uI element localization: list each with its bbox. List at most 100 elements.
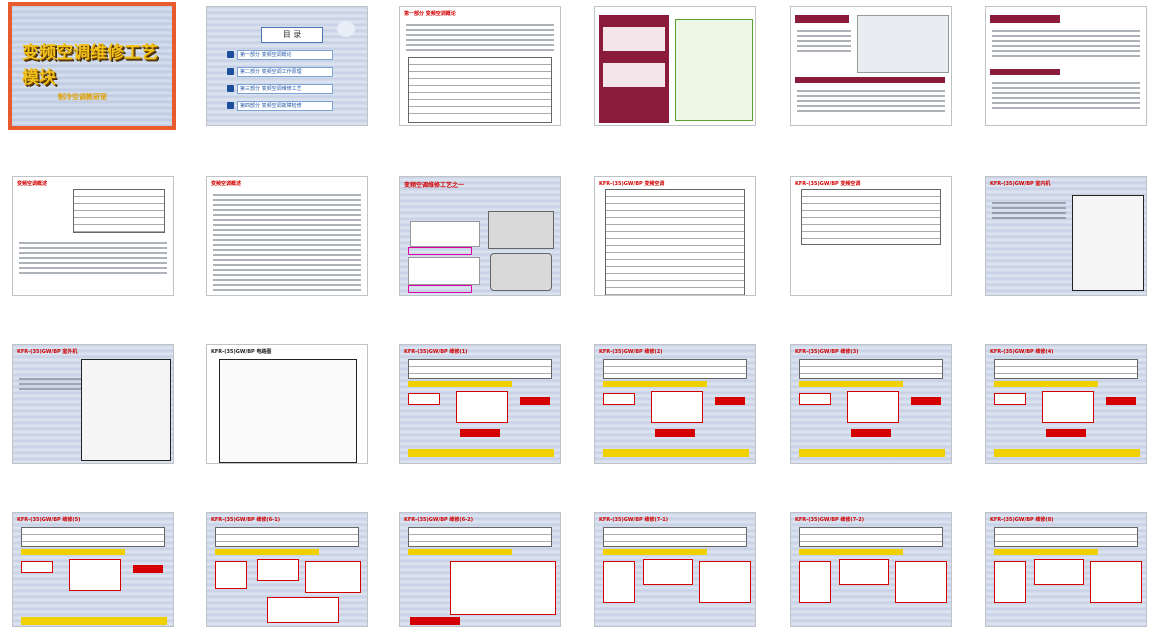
flow-box: [847, 391, 899, 423]
slide-header: 变频空调维修工艺之一: [404, 182, 465, 189]
flow-box: [643, 559, 693, 585]
slide-thumbnail-19[interactable]: KFR-(35)GW/BP 维修(5): [12, 512, 174, 627]
slide-thumbnail-3[interactable]: 第一部分 变频空调概论: [399, 6, 561, 126]
note-bar: [215, 549, 319, 555]
slide-thumbnail-23[interactable]: KFR-(35)GW/BP 维修(7-2): [790, 512, 952, 627]
content-table: [605, 189, 745, 295]
note-bar: [603, 549, 707, 555]
slide-header: KFR-(35)GW/BP 维修(5): [17, 517, 81, 523]
note-bar: [799, 381, 903, 387]
slide-header: KFR-(35)GW/BP 维修(8): [990, 517, 1054, 523]
cover-title: 变频空调维修工艺模块: [22, 43, 158, 88]
flow-box: [408, 393, 440, 405]
slide-thumbnail-18[interactable]: KFR-(35)GW/BP 维修(4): [985, 344, 1147, 464]
section-bar: [795, 77, 945, 83]
content-table: [799, 359, 943, 379]
slide-header: KFR-(35)GW/BP 维修(3): [795, 349, 859, 355]
circuit-diagram: [1072, 195, 1144, 291]
flow-box: [267, 597, 339, 623]
content-table: [994, 359, 1138, 379]
slide-thumbnail-24[interactable]: KFR-(35)GW/BP 维修(8): [985, 512, 1147, 627]
slide-header: KFR-(35)GW/BP 电路图: [211, 349, 272, 355]
toc-item-3: 第三部分 变频空调维修工艺: [237, 84, 333, 94]
flow-box: [257, 559, 299, 581]
slide-thumbnail-13[interactable]: KFR-(35)GW/BP 室外机: [12, 344, 174, 464]
indoor-unit-image: [408, 257, 480, 285]
slide-thumbnail-22[interactable]: KFR-(35)GW/BP 维修(7-1): [594, 512, 756, 627]
slide-thumbnail-2[interactable]: 目 录 第一部分 变频空调概论 第二部分 变频空调工作原理 第三部分 变频空调维…: [206, 6, 368, 126]
slide-thumbnail-5[interactable]: [790, 6, 952, 126]
content-table: [408, 57, 552, 123]
label-box: [408, 285, 472, 293]
slide-thumbnail-17[interactable]: KFR-(35)GW/BP 维修(3): [790, 344, 952, 464]
flow-box: [1034, 559, 1084, 585]
slide-thumbnail-20[interactable]: KFR-(35)GW/BP 维修(6-1): [206, 512, 368, 627]
content-table: [801, 189, 941, 245]
slide-thumbnail-14[interactable]: KFR-(35)GW/BP 电路图: [206, 344, 368, 464]
toc-item-2: 第二部分 变频空调工作原理: [237, 67, 333, 77]
slide-thumbnail-9[interactable]: 变频空调维修工艺之一: [399, 176, 561, 296]
note-bar: [603, 381, 707, 387]
slide-thumbnail-7[interactable]: 变频空调概述: [12, 176, 174, 296]
toc-title: 目 录: [261, 27, 323, 43]
flow-box: [520, 397, 550, 405]
flow-box: [699, 561, 751, 603]
slide-thumbnail-15[interactable]: KFR-(35)GW/BP 维修(1): [399, 344, 561, 464]
toc-bullet-icon: [227, 85, 234, 92]
decor-icon: [337, 21, 355, 37]
flow-box: [715, 397, 745, 405]
slide-header: KFR-(35)GW/BP 维修(4): [990, 349, 1054, 355]
flow-box: [603, 561, 635, 603]
note-bar: [994, 449, 1140, 457]
slide-header: KFR-(35)GW/BP 变频空调: [795, 181, 861, 187]
text-box: [450, 561, 556, 615]
flow-box: [305, 561, 361, 593]
flow-box: [410, 617, 460, 625]
flow-box: [456, 391, 508, 423]
slide-thumbnail-10[interactable]: KFR-(35)GW/BP 变频空调: [594, 176, 756, 296]
slide-thumbnail-16[interactable]: KFR-(35)GW/BP 维修(2): [594, 344, 756, 464]
flow-box: [1042, 391, 1094, 423]
text-block: [19, 375, 83, 393]
slide-thumbnail-1[interactable]: 变频空调维修工艺模块 制冷空调教研室: [8, 2, 176, 130]
text-block: [992, 199, 1066, 222]
slide-header: 变频空调概述: [211, 181, 242, 187]
circuit-diagram: [81, 359, 171, 461]
text-block: [213, 191, 361, 294]
text-block: [992, 79, 1140, 112]
slide-thumbnail-6[interactable]: [985, 6, 1147, 126]
cover-subtitle: 制冷空调教研室: [58, 93, 107, 101]
content-table: [799, 527, 943, 547]
flow-box: [911, 397, 941, 405]
slide-thumbnail-4[interactable]: [594, 6, 756, 126]
flow-box: [895, 561, 947, 603]
flow-box: [839, 559, 889, 585]
note-bar: [408, 449, 554, 457]
slide-thumbnail-11[interactable]: KFR-(35)GW/BP 变频空调: [790, 176, 952, 296]
toc-item-4: 第四部分 变频空调故障检修: [237, 101, 333, 111]
slide-header: 变频空调概述: [17, 181, 48, 187]
content-table: [215, 527, 359, 547]
product-image: [857, 15, 949, 73]
content-table: [408, 359, 552, 379]
note-bar: [408, 381, 512, 387]
indoor-unit-image: [410, 221, 480, 247]
content-table: [603, 359, 747, 379]
note-bar: [994, 381, 1098, 387]
slide-header: 第一部分 变频空调概论: [404, 11, 456, 17]
content-table: [21, 527, 165, 547]
text-block: [406, 21, 554, 54]
flow-box: [994, 561, 1026, 603]
slide-header: KFR-(35)GW/BP 维修(2): [599, 349, 663, 355]
slide-thumbnail-8[interactable]: 变频空调概述: [206, 176, 368, 296]
text-block: [992, 27, 1140, 60]
toc-bullet-icon: [227, 102, 234, 109]
flow-box: [603, 393, 635, 405]
toc-bullet-icon: [227, 68, 234, 75]
note-bar: [799, 549, 903, 555]
flow-box: [799, 393, 831, 405]
slide-header: KFR-(35)GW/BP 变频空调: [599, 181, 665, 187]
slide-header: KFR-(35)GW/BP 维修(6-2): [404, 517, 474, 523]
slide-thumbnail-12[interactable]: KFR-(35)GW/BP 室内机: [985, 176, 1147, 296]
slide-thumbnail-21[interactable]: KFR-(35)GW/BP 维修(6-2): [399, 512, 561, 627]
